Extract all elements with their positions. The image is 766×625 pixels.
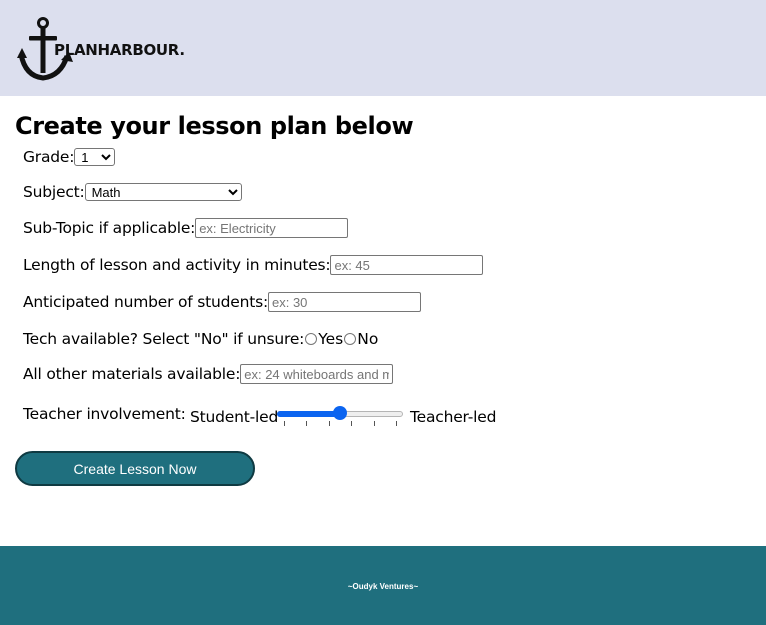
site-footer: ~Oudyk Ventures~ [0, 546, 766, 625]
materials-label: All other materials available: [23, 365, 241, 383]
grade-select[interactable]: 1 [74, 148, 116, 166]
involvement-slider[interactable] [275, 404, 405, 426]
involvement-label: Teacher involvement: [23, 405, 186, 423]
subtopic-label: Sub-Topic if applicable: [23, 219, 196, 237]
slider-fill [277, 411, 340, 417]
involvement-label-row: Teacher involvement: [23, 405, 186, 423]
length-input[interactable] [330, 255, 484, 275]
slider-thumb[interactable] [333, 406, 347, 420]
tech-yes-label: Yes [318, 330, 344, 348]
tech-yes-radio[interactable] [305, 333, 318, 345]
slider-tick [373, 421, 375, 426]
create-lesson-button[interactable]: Create Lesson Now [15, 451, 255, 486]
tech-label: Tech available? Select "No" if unsure: [23, 330, 305, 348]
subject-select[interactable]: Math [84, 183, 242, 201]
length-row: Length of lesson and activity in minutes… [23, 255, 484, 275]
student-led-row: Student-led [190, 408, 278, 426]
slider-tick [396, 421, 397, 426]
slider-tick [306, 421, 308, 426]
slider-tick [351, 421, 353, 426]
tech-no-radio[interactable] [344, 333, 357, 345]
students-input[interactable] [268, 292, 421, 312]
subject-label: Subject: [23, 183, 85, 201]
subtopic-input[interactable] [195, 218, 349, 238]
footer-text: ~Oudyk Ventures~ [347, 582, 419, 591]
site-header: PLANHARBOUR. [0, 0, 766, 96]
grade-row: Grade: 1 [23, 148, 116, 166]
teacher-led-row: Teacher-led [410, 408, 496, 426]
page-title: Create your lesson plan below [15, 112, 414, 140]
subject-row: Subject: Math [23, 183, 242, 201]
students-row: Anticipated number of students: [23, 292, 421, 312]
materials-row: All other materials available: [23, 364, 394, 384]
materials-input[interactable] [240, 364, 394, 384]
grade-label: Grade: [23, 148, 75, 166]
slider-tick [328, 421, 330, 426]
student-led-label: Student-led [190, 408, 279, 426]
tech-row: Tech available? Select "No" if unsure: Y… [23, 330, 378, 348]
tech-no-label: No [357, 330, 379, 348]
brand-logo[interactable]: PLANHARBOUR. [17, 16, 217, 84]
brand-name: PLANHARBOUR. [54, 41, 185, 59]
students-label: Anticipated number of students: [23, 293, 268, 311]
slider-tick [284, 421, 285, 426]
subtopic-row: Sub-Topic if applicable: [23, 218, 349, 238]
teacher-led-label: Teacher-led [410, 408, 497, 426]
length-label: Length of lesson and activity in minutes… [23, 256, 331, 274]
